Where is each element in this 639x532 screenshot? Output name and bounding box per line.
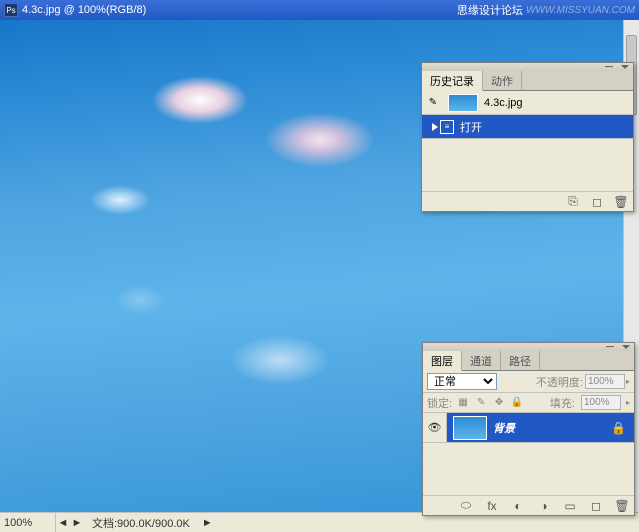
new-layer-icon[interactable]: ◻: [588, 499, 604, 513]
document-size-info: 文档:900.0K/900.0K: [84, 515, 198, 531]
lock-move-icon[interactable]: ✥: [492, 396, 506, 410]
history-state-open[interactable]: ≡ 打开: [422, 115, 633, 139]
forum-name: 思缘设计论坛: [457, 2, 523, 18]
tab-layers[interactable]: 图层: [423, 351, 462, 371]
nav-left-icon[interactable]: ◄: [56, 517, 70, 529]
fill-label: 填充:: [550, 395, 575, 411]
watermark-text: WWW.MISSYUAN.COM: [526, 5, 635, 16]
opacity-input[interactable]: [585, 374, 625, 389]
lock-options-row: 锁定: ▦ ✎ ✥ 🔒 填充: ▸: [423, 393, 634, 413]
minimize-icon[interactable]: —: [603, 62, 615, 70]
document-title: 4.3c.jpg @ 100%(RGB/8): [22, 4, 457, 16]
fill-input[interactable]: [581, 395, 621, 410]
tab-channels[interactable]: 通道: [462, 351, 501, 370]
history-snapshot[interactable]: ✎ 4.3c.jpg: [422, 91, 633, 115]
layer-background[interactable]: 👁 背景 🔒: [423, 413, 634, 443]
new-document-icon[interactable]: ⎘: [565, 195, 581, 209]
history-footer: ⎘ ◻ 🗑: [422, 191, 633, 211]
layer-thumbnail[interactable]: [453, 416, 487, 440]
new-snapshot-icon[interactable]: ◻: [589, 195, 605, 209]
minimize-icon[interactable]: —: [604, 342, 616, 350]
layers-panel: — 图层 通道 路径 正常 不透明度: ▸ 锁定: ▦ ✎ ✥ 🔒 填充: ▸ …: [422, 342, 635, 516]
nav-right-icon[interactable]: ►: [70, 517, 84, 529]
panel-drag-handle[interactable]: —: [422, 63, 633, 71]
info-dropdown-icon[interactable]: ►: [202, 517, 213, 529]
window-titlebar: Ps 4.3c.jpg @ 100%(RGB/8) 思缘设计论坛 WWW.MIS…: [0, 0, 639, 20]
blend-mode-select[interactable]: 正常: [427, 373, 497, 390]
lock-transparent-icon[interactable]: ▦: [456, 396, 470, 410]
snapshot-label: 4.3c.jpg: [484, 97, 523, 109]
lock-all-icon[interactable]: 🔒: [510, 396, 524, 410]
lock-paint-icon[interactable]: ✎: [474, 396, 488, 410]
visibility-eye-icon[interactable]: 👁: [423, 413, 447, 442]
link-icon[interactable]: ⬭: [458, 499, 474, 513]
app-icon: Ps: [4, 3, 18, 17]
fx-icon[interactable]: fx: [484, 499, 500, 513]
history-panel-tabs: 历史记录 动作: [422, 71, 633, 91]
tab-paths[interactable]: 路径: [501, 351, 540, 370]
zoom-input[interactable]: 100%: [0, 513, 56, 532]
play-icon: [432, 123, 438, 131]
document-icon: ≡: [440, 120, 454, 134]
layers-panel-tabs: 图层 通道 路径: [423, 351, 634, 371]
snapshot-thumbnail: [448, 94, 478, 112]
brush-icon: ✎: [426, 96, 440, 110]
layers-footer: ⬭ fx ◐ ◑ ▭ ◻ 🗑: [423, 495, 634, 515]
tab-actions[interactable]: 动作: [483, 71, 522, 90]
group-icon[interactable]: ▭: [562, 499, 578, 513]
opacity-label: 不透明度:: [536, 374, 583, 390]
mask-icon[interactable]: ◐: [510, 499, 526, 513]
panel-drag-handle[interactable]: —: [423, 343, 634, 351]
trash-icon[interactable]: 🗑: [614, 499, 630, 513]
layers-list: 👁 背景 🔒: [423, 413, 634, 495]
history-state-label: 打开: [460, 119, 482, 135]
tab-history[interactable]: 历史记录: [422, 71, 483, 91]
adjustment-icon[interactable]: ◑: [536, 499, 552, 513]
history-list: ✎ 4.3c.jpg ≡ 打开: [422, 91, 633, 191]
lock-icon: 🔒: [611, 421, 626, 435]
layer-name-label[interactable]: 背景: [493, 420, 611, 436]
lock-label: 锁定:: [427, 395, 452, 411]
chevron-right-icon[interactable]: ▸: [626, 377, 630, 386]
chevron-right-icon[interactable]: ▸: [626, 398, 630, 407]
history-panel: — 历史记录 动作 ✎ 4.3c.jpg ≡ 打开 ⎘ ◻ 🗑: [421, 62, 634, 212]
layer-options-row: 正常 不透明度: ▸: [423, 371, 634, 393]
trash-icon[interactable]: 🗑: [613, 195, 629, 209]
